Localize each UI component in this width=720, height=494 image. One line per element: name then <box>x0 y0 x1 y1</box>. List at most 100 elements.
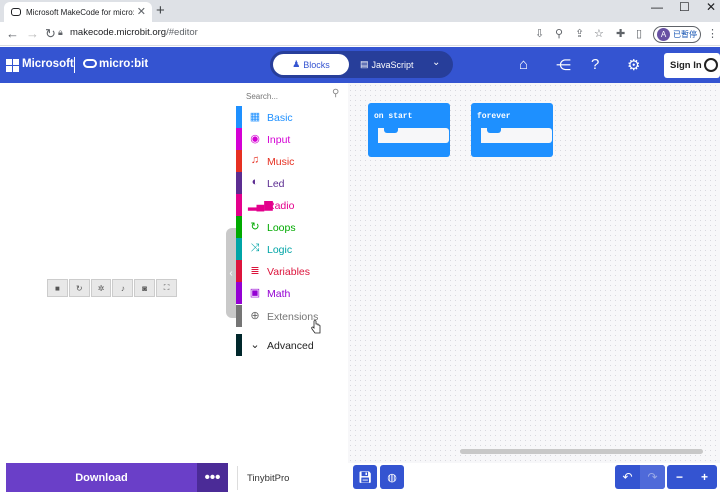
share-icon[interactable]: ⋲ <box>556 56 571 74</box>
puzzle-icon: ♟ <box>292 59 301 69</box>
category-led[interactable]: ◐ Led <box>236 172 348 194</box>
extensions-puzzle-icon[interactable]: ✚ <box>616 27 625 40</box>
profile-status: 已暫停 <box>673 30 697 39</box>
avatar: A <box>657 28 670 41</box>
category-math[interactable]: ▣ Math <box>236 282 348 304</box>
tab-javascript[interactable]: ▤ JavaScript <box>360 54 430 75</box>
settings-gear-icon[interactable]: ⚙ <box>627 56 640 74</box>
category-extensions[interactable]: ⊕ Extensions <box>236 305 348 327</box>
category-loops[interactable]: ↻ Loops <box>236 216 348 238</box>
zoom-out-icon[interactable]: − <box>667 465 692 489</box>
save-icon[interactable]: 💾︎ <box>353 465 377 489</box>
share-icon[interactable]: ⇪ <box>575 27 584 40</box>
address-bar: ← → ↻ 🔒︎ makecode.microbit.org/#editor ⇩… <box>0 22 720 46</box>
new-tab-button[interactable]: + <box>156 2 165 19</box>
category-label: Math <box>267 288 291 300</box>
bookmark-star-icon[interactable]: ☆ <box>594 27 604 40</box>
install-app-icon[interactable]: ⇩ <box>535 27 544 40</box>
sign-in-button[interactable]: Sign In <box>664 53 720 78</box>
category-music[interactable]: ♫ Music <box>236 150 348 172</box>
category-input[interactable]: ◉ Input <box>236 128 348 150</box>
shuffle-icon: ⤨ <box>250 242 260 254</box>
category-label: Input <box>267 134 291 146</box>
side-panel-icon[interactable]: ▯ <box>636 27 642 40</box>
category-logic[interactable]: ⤨ Logic <box>236 238 348 260</box>
search-icon[interactable]: ⚲ <box>332 88 339 99</box>
category-variables[interactable]: ≣ Variables <box>236 260 348 282</box>
category-label: Radio <box>267 200 295 212</box>
microsoft-logo-icon <box>6 59 19 72</box>
close-window-icon[interactable]: ✕ <box>706 0 716 14</box>
block-on-start[interactable]: on start <box>368 103 450 157</box>
category-label: Logic <box>267 244 293 256</box>
sound-icon[interactable]: ♪ <box>112 279 134 297</box>
browser-tab-bar: Microsoft MakeCode for micro:bit ✕ + — ☐… <box>0 0 720 22</box>
toggle-icon: ◐ <box>251 176 259 188</box>
plus-circle-icon: ⊕ <box>250 310 260 322</box>
makecode-header: Microsoft micro:bit ♟ Blocks ▤ JavaScrip… <box>0 47 720 83</box>
block-forever[interactable]: forever <box>471 103 553 157</box>
zoom-icon[interactable]: ⚲ <box>555 27 563 40</box>
browser-tab[interactable]: Microsoft MakeCode for micro:bit ✕ <box>4 2 152 22</box>
collapse-simulator-button[interactable]: ‹ <box>226 228 236 318</box>
lock-icon: 🔒︎ <box>58 27 63 37</box>
category-label: Music <box>267 156 295 168</box>
maximize-window-icon[interactable]: ☐ <box>679 0 690 14</box>
block-notch <box>487 128 501 133</box>
zoom-group: − + <box>667 465 717 489</box>
js-icon: ▤ <box>360 59 369 69</box>
block-label: on start <box>374 112 413 121</box>
category-label: Loops <box>267 222 296 234</box>
reload-icon[interactable]: ↻ <box>45 26 56 42</box>
restart-icon[interactable]: ↻ <box>68 279 90 297</box>
category-radio[interactable]: ▂▄▆ Radio <box>236 194 348 216</box>
undo-icon[interactable]: ↶ <box>615 465 640 489</box>
github-icon[interactable]: ◍ <box>380 465 404 489</box>
category-label: Advanced <box>267 340 314 352</box>
product-name[interactable]: micro:bit <box>99 58 148 70</box>
chevron-down-icon: ⌄ <box>250 339 260 351</box>
url-field[interactable]: 🔒︎ makecode.microbit.org/#editor <box>58 27 198 38</box>
zoom-in-icon[interactable]: + <box>692 465 717 489</box>
chevron-down-icon[interactable]: ⌄ <box>432 57 440 68</box>
category-advanced[interactable]: ⌄ Advanced <box>236 334 348 356</box>
microbit-logo-icon <box>83 59 97 68</box>
makecode-tab-icon <box>11 8 21 16</box>
blocks-workspace[interactable]: on start forever <box>348 83 720 463</box>
browser-menu-icon[interactable]: ⋮ <box>707 27 718 40</box>
hand-cursor-icon <box>311 320 321 334</box>
debug-bug-icon[interactable]: ✲ <box>90 279 112 297</box>
horizontal-scrollbar[interactable] <box>460 449 703 454</box>
block-notch <box>384 128 398 133</box>
stop-icon[interactable]: ■ <box>47 279 68 297</box>
more-options-button[interactable]: ••• <box>197 463 228 492</box>
home-icon[interactable]: ⌂ <box>519 56 528 73</box>
user-icon <box>704 58 718 72</box>
grid-icon: ▦ <box>249 111 261 123</box>
tab-blocks-label: Blocks <box>303 59 330 70</box>
download-button[interactable]: Download <box>6 463 197 492</box>
project-name-input[interactable]: TinybitPro <box>237 466 349 490</box>
category-basic[interactable]: ▦ Basic <box>236 106 348 128</box>
headphones-icon: ♫ <box>250 154 260 166</box>
screenshot-camera-icon[interactable]: ◙ <box>134 279 156 297</box>
circle-dot-icon: ◉ <box>250 133 260 145</box>
help-icon[interactable]: ? <box>591 56 599 73</box>
redo-icon[interactable]: ↷ <box>640 465 665 489</box>
forward-arrow-icon[interactable]: → <box>26 26 39 41</box>
url-host: makecode.microbit.org <box>70 27 167 38</box>
microsoft-brand[interactable]: Microsoft <box>22 58 74 70</box>
signal-bars-icon: ▂▄▆ <box>248 199 273 211</box>
editor-mode-toggle: ♟ Blocks ▤ JavaScript ⌄ <box>270 51 453 78</box>
close-tab-icon[interactable]: ✕ <box>137 5 146 18</box>
simulator-toolbar: ■ ↻ ✲ ♪ ◙ ⛶ <box>47 279 178 297</box>
toolbox-search-input[interactable] <box>246 89 346 103</box>
back-arrow-icon[interactable]: ← <box>6 26 19 41</box>
undo-redo-group: ↶ ↷ <box>615 465 665 489</box>
minimize-window-icon[interactable]: — <box>651 0 663 14</box>
tab-blocks[interactable]: ♟ Blocks <box>273 54 349 75</box>
profile-button[interactable]: A 已暫停 <box>653 26 701 43</box>
fullscreen-icon[interactable]: ⛶ <box>156 279 177 297</box>
header-divider <box>74 57 75 73</box>
category-label: Led <box>267 178 285 190</box>
